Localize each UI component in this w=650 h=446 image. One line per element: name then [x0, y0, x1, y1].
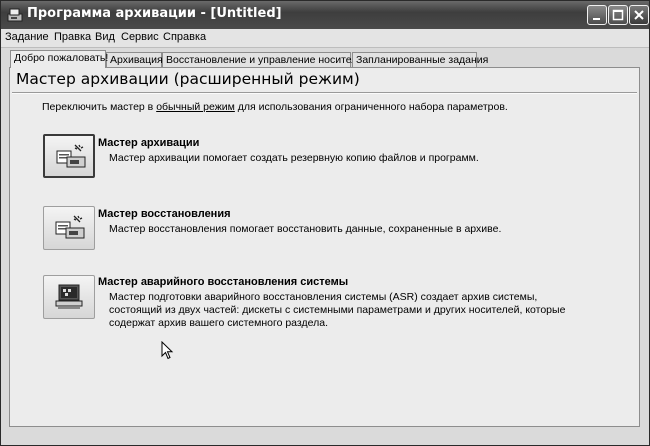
- app-window: Программа архивации - [Untitled] Задание…: [0, 0, 650, 446]
- close-icon: [634, 10, 644, 20]
- page-title: Мастер архивации (расширенный режим): [16, 70, 360, 88]
- menu-view[interactable]: Вид: [95, 31, 115, 43]
- divider: [12, 92, 637, 94]
- menu-tools[interactable]: Сервис: [121, 31, 159, 43]
- restore-wizard-title[interactable]: Мастер восстановления: [98, 208, 231, 220]
- app-icon: [7, 7, 23, 23]
- mode-switch-suffix: для использования ограниченного набора п…: [234, 101, 508, 113]
- restore-wizard-icon: [55, 215, 85, 239]
- close-button[interactable]: [629, 5, 649, 25]
- mouse-cursor-icon: [161, 341, 174, 360]
- status-bar: [1, 429, 649, 445]
- tab-strip: Добро пожаловать! Архивация Восстановлен…: [1, 47, 649, 68]
- asr-wizard-button[interactable]: [43, 275, 95, 319]
- menu-edit[interactable]: Правка: [54, 31, 91, 43]
- maximize-icon: [612, 9, 624, 21]
- tab-welcome[interactable]: Добро пожаловать!: [10, 50, 108, 68]
- asr-wizard-icon: [55, 284, 83, 309]
- mode-switch-text: Переключить мастер в обычный режим для и…: [42, 101, 508, 113]
- tab-backup[interactable]: Архивация: [106, 52, 163, 67]
- minimize-button[interactable]: [587, 5, 607, 25]
- backup-wizard-title[interactable]: Мастер архивации: [98, 137, 199, 149]
- minimize-icon: [593, 18, 600, 20]
- menu-task[interactable]: Задание: [5, 31, 49, 43]
- mode-switch-prefix: Переключить мастер в: [42, 101, 157, 113]
- menu-bar: Задание Правка Вид Сервис Справка: [1, 29, 649, 48]
- tab-scheduled-jobs[interactable]: Запланированные задания: [352, 52, 488, 67]
- basic-mode-link[interactable]: обычный режим: [156, 101, 235, 113]
- tab-restore-media[interactable]: Восстановление и управление носителем: [162, 52, 370, 67]
- welcome-panel: Мастер архивации (расширенный режим) Пер…: [9, 67, 640, 427]
- maximize-button[interactable]: [608, 5, 628, 25]
- asr-wizard-title[interactable]: Мастер аварийного восстановления системы: [98, 276, 348, 288]
- menu-help[interactable]: Справка: [163, 31, 206, 43]
- asr-wizard-desc-line-1: Мастер подготовки аварийного восстановле…: [109, 291, 538, 303]
- restore-wizard-desc: Мастер восстановления помогает восстанов…: [109, 223, 502, 235]
- asr-wizard-desc-line-3: содержат архив вашего системного раздела…: [109, 317, 328, 329]
- restore-wizard-button[interactable]: [43, 206, 95, 250]
- backup-wizard-button[interactable]: [43, 134, 95, 178]
- backup-wizard-desc: Мастер архивации помогает создать резерв…: [109, 152, 479, 164]
- backup-wizard-icon: [56, 144, 86, 168]
- title-bar[interactable]: Программа архивации - [Untitled]: [1, 1, 649, 29]
- asr-wizard-desc-line-2: состоящий из двух частей: дискеты с сист…: [109, 304, 566, 316]
- window-title: Программа архивации - [Untitled]: [27, 6, 282, 21]
